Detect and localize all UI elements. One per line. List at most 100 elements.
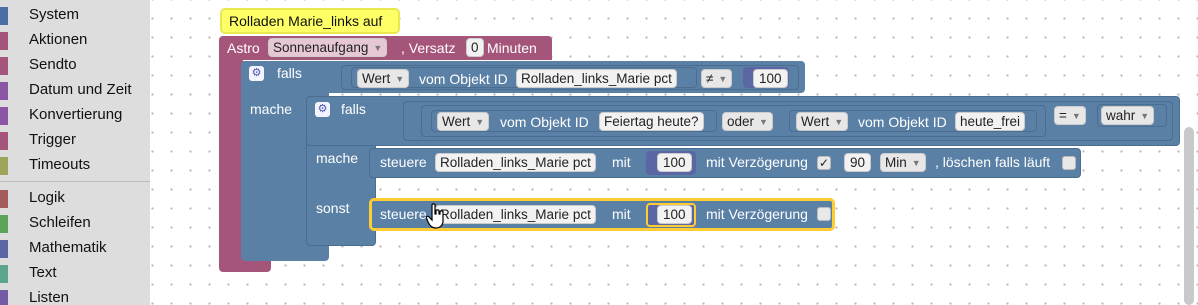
comment-text: Rolladen Marie_links auf [229,13,383,29]
property-dropdown[interactable]: Wert ▼ [357,69,410,88]
compare-value-input[interactable]: 100 [753,69,788,88]
if-mache-label: mache [250,101,293,117]
dropdown-arrow-icon: ▼ [759,117,768,127]
with-label: mit [612,206,631,222]
dropdown-arrow-icon: ▼ [373,43,383,53]
dropdown-arrow-icon: ▼ [834,117,844,127]
category-label: Timeouts [29,156,91,173]
dropdown-arrow-icon: ▼ [1140,111,1150,121]
astro-event-dropdown[interactable]: Sonnenaufgang ▼ [268,38,388,57]
astro-event-value: Sonnenaufgang [273,40,369,55]
dropdown-arrow-icon: ▼ [1071,111,1081,121]
delay-label: mit Verzögerung [706,154,808,170]
operator-value: ≠ [706,71,714,86]
object-id-field[interactable]: heute_frei [955,112,1026,131]
category-color-bar [0,215,8,233]
operator-dropdown[interactable]: = ▼ [1054,106,1086,125]
dropdown-arrow-icon: ▼ [718,74,728,84]
object-id-label: vom Objekt ID [419,71,508,87]
category-label: Logik [29,189,65,206]
toolbox: System Aktionen Sendto Datum und Zeit Ko… [0,0,150,305]
toolbox-category-listen[interactable]: Listen [0,288,150,305]
property-dropdown[interactable]: Wert ▼ [796,112,849,131]
delay-label: mit Verzögerung [706,206,808,222]
category-label: Text [29,264,57,281]
category-color-bar [0,157,8,175]
toolbox-category-datum-und-zeit[interactable]: Datum und Zeit [0,80,150,102]
object-id-field[interactable]: Feiertag heute? [599,112,704,131]
toolbox-category-logik[interactable]: Logik [0,188,150,210]
dropdown-arrow-icon: ▼ [911,158,921,168]
category-color-bar [0,107,8,125]
mutator-gear-icon[interactable]: ⚙ [249,66,264,81]
comment-block[interactable]: Rolladen Marie_links auf [220,8,400,34]
category-label: Schleifen [29,214,91,231]
with-label: mit [612,154,631,170]
delay-input[interactable]: 90 [844,153,872,172]
control-verb-label: steuere [380,154,427,170]
category-label: Aktionen [29,31,88,48]
workspace-scrollbar-thumb[interactable] [1184,127,1194,305]
toolbox-category-aktionen[interactable]: Aktionen [0,30,150,52]
astro-label: Astro [227,40,260,56]
offset-unit-label: Minuten [487,40,537,56]
object-id-field[interactable]: Rolladen_links_Marie pct [516,69,677,88]
toolbox-category-konvertierung[interactable]: Konvertierung [0,105,150,127]
category-color-bar [0,32,8,50]
astro-trigger-block[interactable]: Astro Sonnenaufgang ▼ , Versatz 0 Minuten [219,36,552,60]
dropdown-arrow-icon: ▼ [475,117,485,127]
boolean-dropdown[interactable]: wahr ▼ [1101,106,1155,125]
category-label: Sendto [29,56,77,73]
logic-operator-value: oder [727,114,755,129]
toolbox-category-schleifen[interactable]: Schleifen [0,213,150,235]
toolbox-category-system[interactable]: System [0,5,150,27]
object-id-field[interactable]: Rolladen_links_Marie pct [435,205,596,224]
delay-checkbox[interactable]: ✓ [817,156,831,170]
delay-unit-dropdown[interactable]: Min ▼ [880,153,926,172]
control-verb-label: steuere [380,206,427,222]
if-falls-label: falls [341,101,366,117]
delay-unit-value: Min [885,155,907,170]
boolean-value: wahr [1106,108,1136,123]
object-id-label: vom Objekt ID [858,114,947,130]
toolbox-category-trigger[interactable]: Trigger [0,130,150,152]
object-id-label: vom Objekt ID [500,114,589,130]
operator-value: = [1059,108,1067,123]
category-label: Datum und Zeit [29,81,132,98]
category-color-bar [0,265,8,283]
category-label: Trigger [29,131,76,148]
dropdown-arrow-icon: ▼ [395,74,405,84]
astro-block-body [219,60,243,264]
mutator-gear-icon[interactable]: ⚙ [315,102,330,117]
object-id-field[interactable]: Rolladen_links_Marie pct [435,153,596,172]
hand-cursor-icon [426,203,444,229]
offset-label: , Versatz [401,40,456,56]
category-color-bar [0,190,8,208]
logic-operator-dropdown[interactable]: oder ▼ [722,112,773,131]
clear-if-running-label: , löschen falls läuft [935,154,1051,170]
toolbox-category-timeouts[interactable]: Timeouts [0,155,150,177]
category-label: Mathematik [29,239,107,256]
toolbox-category-mathematik[interactable]: Mathematik [0,238,150,260]
property-value: Wert [442,114,471,129]
operator-dropdown[interactable]: ≠ ▼ [701,69,733,88]
else-sonst-label: sonst [316,200,350,216]
category-color-bar [0,240,8,258]
control-value-input[interactable]: 100 [657,153,692,172]
property-dropdown[interactable]: Wert ▼ [437,112,490,131]
toolbox-category-sendto[interactable]: Sendto [0,55,150,77]
category-label: Listen [29,289,70,305]
property-value: Wert [362,71,391,86]
clear-if-running-checkbox[interactable] [1062,156,1076,170]
if-falls-label: falls [277,65,302,81]
toolbox-category-text[interactable]: Text [0,263,150,285]
property-value: Wert [801,114,830,129]
if-mache-label: mache [316,150,359,166]
control-value-input[interactable]: 100 [657,205,692,224]
offset-input[interactable]: 0 [466,38,484,57]
delay-checkbox[interactable] [817,207,831,221]
category-color-bar [0,290,8,305]
category-label: Konvertierung [29,106,123,123]
category-color-bar [0,82,8,100]
category-color-bar [0,132,8,150]
